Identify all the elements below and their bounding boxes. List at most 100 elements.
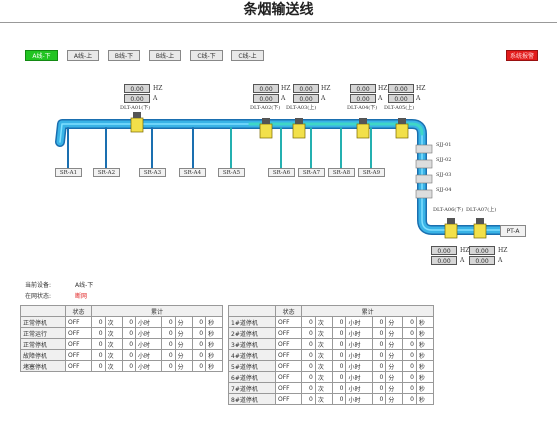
drive-a04-label: DLT-A04(下) <box>347 105 378 111</box>
drive-a01-hz-value: 0.00 <box>124 84 150 93</box>
sec-unit: 秒 <box>415 327 435 339</box>
row-state: OFF <box>274 393 303 405</box>
min-unit: 分 <box>385 316 404 328</box>
count-value: 0 <box>91 338 106 350</box>
table-row: 7#道停机 OFF 0次 0 小时 0分 0秒 <box>228 382 435 394</box>
station-sr-a8[interactable]: SR-A8 <box>328 168 355 177</box>
hour-unit: 小时 <box>345 371 373 383</box>
count-value: 0 <box>301 371 316 383</box>
count-value: 0 <box>91 316 106 328</box>
row-state: OFF <box>274 327 303 339</box>
station-sr-a3[interactable]: SR-A3 <box>139 168 166 177</box>
count-value: 0 <box>91 327 106 339</box>
hour-unit: 小时 <box>345 382 373 394</box>
sec-unit: 秒 <box>205 338 223 350</box>
drive-a03-a-value: 0.00 <box>293 94 319 103</box>
drive-a07-label: DLT-A07(上) <box>466 207 497 213</box>
sec-value: 0 <box>402 349 417 361</box>
table-row: 2#道停机 OFF 0次 0 小时 0分 0秒 <box>228 327 435 339</box>
a-unit: A <box>378 95 383 102</box>
hour-unit: 小时 <box>345 338 373 350</box>
sec-value: 0 <box>402 316 417 328</box>
hour-value: 0 <box>121 327 137 339</box>
sec-value: 0 <box>402 338 417 350</box>
hour-value: 0 <box>331 360 347 372</box>
min-unit: 分 <box>385 393 404 405</box>
min-unit: 分 <box>385 327 404 339</box>
sec-unit: 秒 <box>415 371 435 383</box>
times-unit: 次 <box>314 393 333 405</box>
drive-a03-label: DLT-A03(上) <box>286 105 317 111</box>
row-state: OFF <box>64 349 93 361</box>
table-row: 8#道停机 OFF 0次 0 小时 0分 0秒 <box>228 393 435 405</box>
drive-a05-a-value: 0.00 <box>388 94 414 103</box>
count-value: 0 <box>301 349 316 361</box>
min-value: 0 <box>161 349 176 361</box>
row-name: 7#道停机 <box>228 382 276 394</box>
table-row: 1#道停机 OFF 0次 0 小时 0分 0秒 <box>228 316 435 328</box>
times-unit: 次 <box>104 327 123 339</box>
times-unit: 次 <box>104 338 123 350</box>
drive-a06-label: DLT-A06(下) <box>433 207 464 213</box>
station-sr-a4[interactable]: SR-A4 <box>179 168 206 177</box>
times-unit: 次 <box>314 338 333 350</box>
table-row: 正常停机 OFF 0次 0 小时 0分 0秒 <box>20 316 223 328</box>
hour-unit: 小时 <box>345 360 373 372</box>
table-header-blank <box>20 305 66 317</box>
drive-a04-hz-value: 0.00 <box>350 84 376 93</box>
station-sr-a1[interactable]: SR-A1 <box>55 168 82 177</box>
a-unit: A <box>281 95 286 102</box>
min-unit: 分 <box>174 360 193 372</box>
online-status-value: 断网 <box>75 293 88 300</box>
hour-value: 0 <box>331 338 347 350</box>
online-status-label: 在网状态: <box>25 293 52 300</box>
sec-unit: 秒 <box>205 316 223 328</box>
hour-value: 0 <box>121 349 137 361</box>
hour-value: 0 <box>331 349 347 361</box>
lane-stats-table: 状态 累计 1#道停机 OFF 0次 0 小时 0分 0秒 2#道停机 OFF 0… <box>228 305 435 405</box>
station-sr-a7[interactable]: SR-A7 <box>298 168 325 177</box>
drive-a07-hz-value: 0.00 <box>469 246 495 255</box>
row-state: OFF <box>274 382 303 394</box>
hour-value: 0 <box>331 371 347 383</box>
row-name: 故障停机 <box>20 349 66 361</box>
hz-unit: HZ <box>153 85 163 92</box>
hz-unit: HZ <box>378 85 388 92</box>
hour-unit: 小时 <box>345 327 373 339</box>
sec-unit: 秒 <box>415 393 435 405</box>
min-unit: 分 <box>174 327 193 339</box>
drive-a01-a-value: 0.00 <box>124 94 150 103</box>
pt-a-station[interactable]: PT-A <box>500 225 526 237</box>
drive-a04-a-value: 0.00 <box>350 94 376 103</box>
station-sr-a2[interactable]: SR-A2 <box>93 168 120 177</box>
count-value: 0 <box>91 349 106 361</box>
current-device-label: 当前设备: <box>25 282 52 289</box>
min-value: 0 <box>371 371 387 383</box>
station-sr-a5[interactable]: SR-A5 <box>218 168 245 177</box>
table-header-total: 累计 <box>301 305 434 317</box>
row-state: OFF <box>64 360 93 372</box>
min-value: 0 <box>371 360 387 372</box>
sec-value: 0 <box>191 327 207 339</box>
station-sr-a6[interactable]: SR-A6 <box>268 168 295 177</box>
drive-a02-a-value: 0.00 <box>253 94 279 103</box>
hz-unit: HZ <box>498 247 508 254</box>
a-unit: A <box>416 95 421 102</box>
sec-unit: 秒 <box>205 349 223 361</box>
hour-unit: 小时 <box>345 393 373 405</box>
min-unit: 分 <box>385 349 404 361</box>
a-unit: A <box>321 95 326 102</box>
hour-unit: 小时 <box>135 360 163 372</box>
row-state: OFF <box>274 349 303 361</box>
station-sr-a9[interactable]: SR-A9 <box>358 168 385 177</box>
row-name: 1#道停机 <box>228 316 276 328</box>
a-unit: A <box>498 257 503 264</box>
sec-value: 0 <box>402 382 417 394</box>
drive-a07-a-value: 0.00 <box>469 256 495 265</box>
hour-unit: 小时 <box>345 349 373 361</box>
times-unit: 次 <box>104 360 123 372</box>
table-row: 堵塞停机 OFF 0次 0 小时 0分 0秒 <box>20 360 223 372</box>
table-header-status: 状态 <box>64 305 93 317</box>
sec-value: 0 <box>191 349 207 361</box>
hour-value: 0 <box>331 382 347 394</box>
